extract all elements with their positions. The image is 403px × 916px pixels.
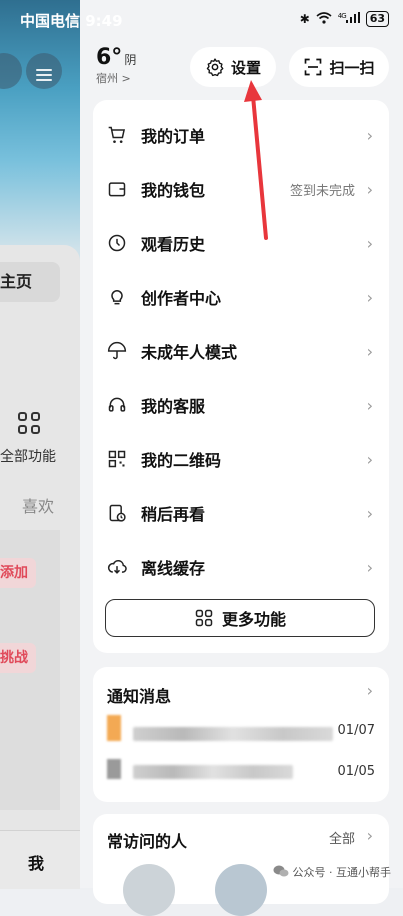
clock-label: 9:49	[85, 12, 123, 30]
notification-row[interactable]: 01/05	[93, 751, 389, 787]
cart-icon	[108, 126, 126, 143]
cloud-download-icon	[107, 560, 127, 574]
like-tab[interactable]: 喜欢	[22, 493, 54, 517]
scan-label: 扫一扫	[329, 58, 375, 77]
clock-icon	[108, 234, 126, 252]
lightbulb-icon	[111, 290, 123, 305]
temperature: 6°	[96, 45, 123, 70]
menu-item-watch-later[interactable]: 稍后再看 ›	[93, 486, 389, 540]
headset-icon	[108, 397, 126, 412]
menu-item-my-orders[interactable]: 我的订单 ›	[93, 108, 389, 162]
chevron-right-icon: ›	[366, 287, 373, 307]
view-all-link[interactable]: 全部	[329, 828, 355, 847]
qrcode-icon	[108, 450, 126, 468]
grid-icon	[18, 412, 44, 438]
scan-button[interactable]: 扫一扫	[289, 47, 389, 87]
chevron-right-icon: ›	[366, 395, 373, 415]
menu-item-customer-service[interactable]: 我的客服 ›	[93, 378, 389, 432]
weather-condition: 阴	[124, 53, 137, 67]
notification-avatar	[107, 715, 121, 741]
menu-item-label: 我的二维码	[141, 451, 222, 470]
notifications-card: 通知消息 › 01/07 01/05	[93, 667, 389, 802]
menu-item-creator-center[interactable]: 创作者中心 ›	[93, 270, 389, 324]
menu-item-label: 稍后再看	[141, 505, 206, 524]
chevron-right-icon: ›	[366, 179, 373, 199]
notifications-title: 通知消息	[107, 687, 172, 706]
status-icons: ✱ 4G 63	[300, 11, 389, 27]
blurred-message	[133, 727, 333, 741]
menu-card: 我的订单 › 我的钱包 签到未完成 › 观看历史 › 创作者中心 › 未成年人模…	[93, 100, 389, 653]
battery-icon: 63	[365, 11, 389, 27]
carrier-label: 中国电信	[20, 12, 81, 30]
notification-date: 01/05	[337, 764, 375, 779]
city-label: 宿州 >	[96, 72, 131, 85]
bluetooth-icon: ✱	[299, 12, 310, 26]
cellular-signal-icon: 4G	[338, 12, 360, 26]
weather-widget[interactable]: 6° 阴 宿州 >	[96, 47, 136, 86]
home-tab[interactable]: 主页	[0, 262, 60, 302]
notification-avatar	[107, 759, 121, 779]
wallet-icon	[108, 182, 126, 197]
chevron-right-icon[interactable]: ›	[367, 681, 373, 700]
menu-item-label: 创作者中心	[141, 289, 222, 308]
chevron-right-icon: ›	[366, 125, 373, 145]
chevron-right-icon: ›	[366, 233, 373, 253]
watch-later-icon	[109, 504, 126, 522]
more-functions-button[interactable]: 更多功能	[105, 599, 375, 637]
menu-item-label: 未成年人模式	[141, 343, 238, 362]
avatar[interactable]	[123, 864, 175, 916]
chevron-right-icon: ›	[366, 449, 373, 469]
gear-icon	[206, 58, 224, 77]
menu-item-watch-history[interactable]: 观看历史 ›	[93, 216, 389, 270]
menu-item-label: 我的订单	[141, 127, 206, 146]
more-functions-label: 更多功能	[221, 610, 286, 629]
challenge-pill[interactable]: 挑战	[0, 643, 36, 673]
chevron-right-icon[interactable]: ›	[367, 826, 373, 845]
wifi-icon	[316, 11, 332, 27]
blurred-message	[133, 765, 293, 779]
notification-row[interactable]: 01/07	[93, 711, 389, 747]
menu-item-my-qrcode[interactable]: 我的二维码 ›	[93, 432, 389, 486]
frequent-visitors-title: 常访问的人	[107, 832, 188, 851]
watermark-text: 公众号 · 互通小帮手	[292, 866, 392, 879]
scan-icon	[305, 58, 322, 76]
menu-item-label: 我的钱包	[141, 181, 206, 200]
all-functions-label[interactable]: 全部功能	[0, 446, 56, 466]
chevron-right-icon: ›	[366, 503, 373, 523]
menu-item-label: 我的客服	[141, 397, 206, 416]
add-pill[interactable]: 添加	[0, 558, 36, 588]
settings-button[interactable]: 设置	[190, 47, 276, 87]
menu-item-label: 离线缓存	[141, 559, 206, 578]
frequent-visitors-card: 常访问的人 全部 ›	[93, 814, 389, 916]
status-time: 中国电信 9:49	[20, 10, 123, 31]
menu-item-label: 观看历史	[141, 235, 206, 254]
wechat-icon	[273, 865, 289, 880]
status-bar: 中国电信 9:49 ✱ 4G 63	[0, 0, 403, 38]
checkin-status: 签到未完成	[289, 183, 355, 199]
grid-icon	[195, 609, 213, 627]
menu-item-minor-mode[interactable]: 未成年人模式 ›	[93, 324, 389, 378]
chevron-right-icon: ›	[366, 341, 373, 361]
settings-label: 设置	[230, 58, 261, 77]
background-menu-icon	[26, 53, 62, 89]
me-tab[interactable]: 我	[28, 850, 44, 874]
menu-item-my-wallet[interactable]: 我的钱包 签到未完成 ›	[93, 162, 389, 216]
notification-date: 01/07	[337, 723, 375, 738]
menu-item-offline-cache[interactable]: 离线缓存 ›	[93, 540, 389, 594]
watermark: 公众号 · 互通小帮手	[273, 864, 392, 880]
umbrella-icon	[107, 342, 127, 360]
chevron-right-icon: ›	[366, 557, 373, 577]
avatar[interactable]	[215, 864, 267, 916]
